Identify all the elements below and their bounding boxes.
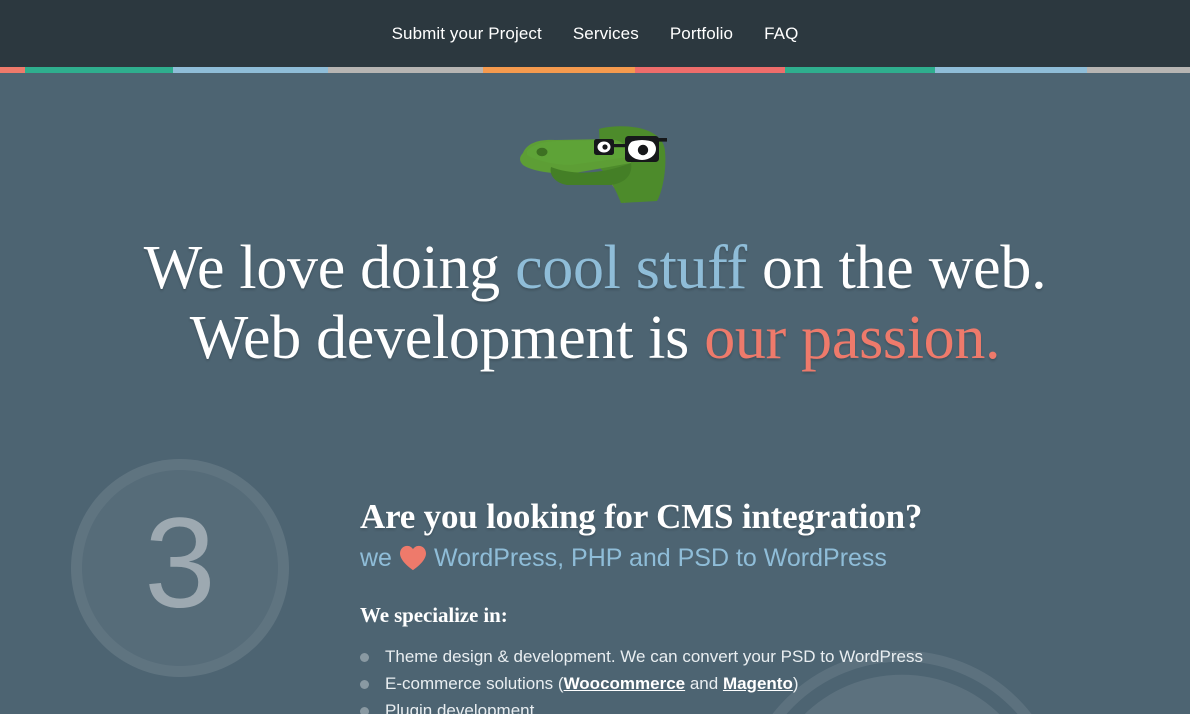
hero-headline: We love doing cool stuff on the web. Web… — [0, 233, 1190, 373]
list-item-text: and — [685, 674, 723, 693]
heart-icon — [399, 545, 427, 571]
hero-section: We love doing cool stuff on the web. Web… — [0, 73, 1190, 714]
service-block: 3 Are you looking for CMS integration? w… — [0, 455, 1190, 714]
headline-line1-part1: We love doing — [143, 234, 516, 302]
specialize-heading: We specialize in: — [360, 603, 508, 627]
list-item-text: Plugin development — [385, 701, 535, 714]
headline-highlight-our-passion: our passion. — [704, 304, 1001, 372]
nav-link-faq[interactable]: FAQ — [764, 24, 798, 44]
service-content: Are you looking for CMS integration? we … — [360, 455, 923, 714]
service-subtitle-after: WordPress, PHP and PSD to WordPress — [433, 544, 887, 572]
list-item-text: ) — [792, 674, 799, 693]
headline-line1-part2: on the web. — [746, 234, 1047, 302]
list-item-text: Theme design & development. We can conve… — [385, 647, 923, 666]
link-magento[interactable]: Magento — [723, 674, 793, 693]
service-number-badge: 3 — [71, 459, 289, 677]
list-item-text: E-commerce solutions ( — [385, 674, 564, 693]
headline-line-2: Web development is our passion. — [0, 303, 1190, 373]
nav-link-submit-your-project[interactable]: Submit your Project — [392, 24, 542, 44]
specialize-list-item: Theme design & development. We can conve… — [360, 643, 923, 670]
nav-link-portfolio[interactable]: Portfolio — [670, 24, 733, 44]
specialize-list-item: E-commerce solutions (Woocommerce and Ma… — [360, 670, 923, 697]
link-woocommerce[interactable]: Woocommerce — [564, 674, 686, 693]
specialize-list-item: Plugin development — [360, 697, 923, 714]
specialize-list: Theme design & development. We can conve… — [360, 643, 923, 714]
nav-links: Submit your Project Services Portfolio F… — [392, 24, 799, 44]
crocodile-mascot-logo — [520, 126, 667, 203]
service-subtitle-before: we — [360, 544, 392, 572]
nav-link-services[interactable]: Services — [573, 24, 639, 44]
mascot-container — [0, 117, 1190, 205]
service-subtitle: we WordPress, PHP and PSD to WordPress — [360, 543, 923, 573]
service-badge-number: 3 — [144, 492, 216, 635]
headline-line2-part1: Web development is — [189, 304, 705, 372]
headline-line-1: We love doing cool stuff on the web. — [0, 233, 1190, 303]
service-title: Are you looking for CMS integration? — [360, 497, 923, 536]
top-navigation-bar: Submit your Project Services Portfolio F… — [0, 0, 1190, 67]
headline-highlight-cool-stuff: cool stuff — [515, 234, 747, 302]
service-badge-column: 3 — [0, 455, 360, 714]
